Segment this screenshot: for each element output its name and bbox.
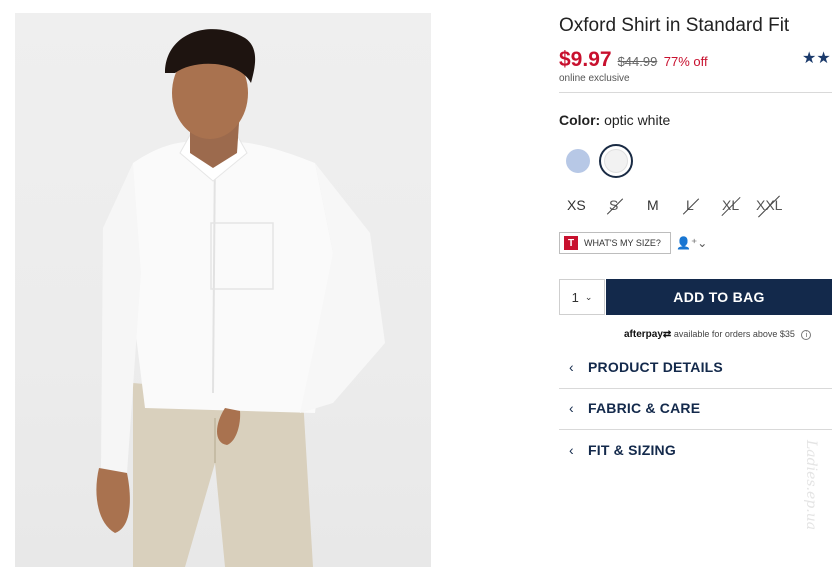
accordion-label: FIT & SIZING [588,442,676,458]
divider [559,92,832,93]
info-icon[interactable]: i [801,330,812,340]
quantity-select[interactable]: 1 ⌄ [559,279,605,315]
chevron-left-icon: ‹ [569,400,574,416]
size-option-m[interactable]: M [647,197,659,213]
discount-badge: 77% off [663,54,708,69]
chevron-down-icon: ⌄ [584,291,593,302]
color-swatch-optic-white[interactable] [599,144,633,178]
profile-dropdown-icon[interactable]: 👤⁺⌄ [676,236,707,250]
model-photo [96,29,385,567]
rating-stars-icon[interactable]: ★★ [802,48,831,68]
size-option-s[interactable]: S [606,197,624,215]
chevron-left-icon: ‹ [569,359,574,375]
size-option-l[interactable]: L [682,197,700,215]
original-price: $44.99 [617,54,658,69]
product-image[interactable] [15,13,431,567]
size-option-xxl[interactable]: XXL [756,195,782,218]
size-option-xs[interactable]: XS [567,197,586,213]
quantity-value: 1 [571,289,579,305]
add-to-bag-button[interactable]: ADD TO BAG [606,279,832,315]
chevron-left-icon: ‹ [569,442,574,458]
whats-my-size-button[interactable]: T WHAT'S MY SIZE? [559,232,671,254]
price-row: $9.97 $44.99 77% off [559,48,708,72]
accordion-fit-sizing[interactable]: ‹ FIT & SIZING [559,430,832,470]
whats-my-size-label: WHAT'S MY SIZE? [584,238,661,248]
sale-price: $9.97 [559,48,612,71]
product-title: Oxford Shirt in Standard Fit [559,15,790,36]
afterpay-note: afterpay⇄ available for orders above $35… [624,329,812,340]
watermark: Ladies.ep.ua [803,440,819,531]
true-fit-logo-icon: T [564,236,578,250]
afterpay-text: available for orders above $35 [673,329,795,339]
accordion-label: PRODUCT DETAILS [588,359,723,375]
color-swatch-light-blue[interactable] [566,149,590,173]
size-label: XS [567,197,586,213]
color-label: Color: [559,112,601,128]
online-exclusive-label: online exclusive [559,73,630,84]
accordion-label: FABRIC & CARE [588,400,701,416]
size-label: M [647,197,659,213]
color-label-row: Color: optic white [559,112,670,128]
color-value: optic white [604,112,671,128]
afterpay-logo-icon: afterpay⇄ [624,329,672,340]
accordion-fabric-care[interactable]: ‹ FABRIC & CARE [559,388,832,428]
accordion-product-details[interactable]: ‹ PRODUCT DETAILS [559,347,832,387]
size-option-xl[interactable]: XL [721,196,741,217]
